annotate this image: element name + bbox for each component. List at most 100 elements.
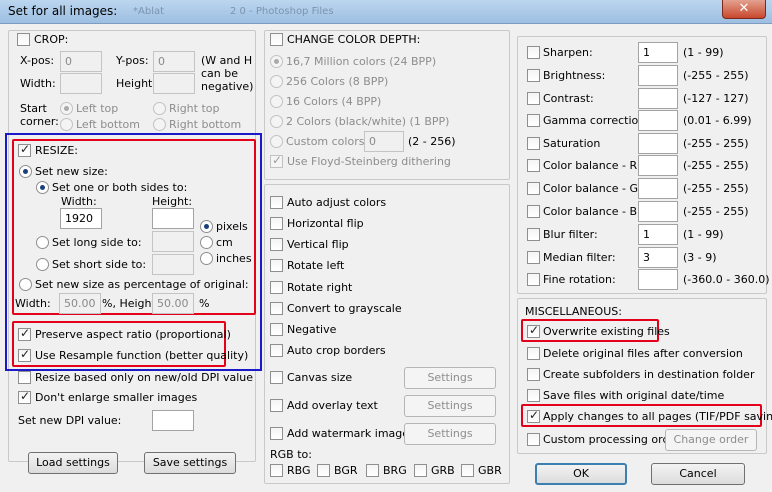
long-side-radio[interactable] (36, 236, 49, 249)
median-checkbox[interactable] (527, 251, 540, 264)
color-balance-g-checkbox[interactable] (527, 182, 540, 195)
color-balance-g-input[interactable] (638, 178, 678, 199)
change-order-button[interactable]: Change order (665, 429, 757, 451)
color-balance-b-checkbox[interactable] (527, 205, 540, 218)
gamma-checkbox[interactable] (527, 114, 540, 127)
bgr-checkbox[interactable] (317, 464, 330, 477)
delete-original-checkbox[interactable] (527, 347, 540, 360)
resize-height-input[interactable] (152, 208, 194, 229)
watermark-checkbox[interactable] (270, 427, 283, 440)
resize-width-input[interactable]: 1920 (60, 208, 102, 229)
subfolders-checkbox[interactable] (527, 368, 540, 381)
crop-height-input[interactable] (153, 73, 195, 94)
pct-width-input[interactable]: 50.00 (59, 293, 101, 314)
canvas-size-checkbox[interactable] (270, 371, 283, 384)
ok-button[interactable]: OK (535, 463, 627, 485)
save-settings-button[interactable]: Save settings (144, 452, 236, 474)
fine-rotation-checkbox[interactable] (527, 273, 540, 286)
grayscale-checkbox[interactable] (270, 302, 283, 315)
hflip-checkbox[interactable] (270, 217, 283, 230)
all-pages-checkbox[interactable] (527, 408, 540, 423)
saturation-input[interactable] (638, 133, 678, 154)
pixels-radio[interactable] (200, 220, 213, 233)
overwrite-checkbox[interactable] (527, 323, 540, 338)
load-settings-button[interactable]: Load settings (28, 452, 118, 474)
gamma-range: (0.01 - 6.99) (683, 114, 752, 127)
percentage-radio[interactable] (19, 278, 32, 291)
brg-checkbox[interactable] (366, 464, 379, 477)
set-new-size-radio[interactable] (19, 165, 32, 178)
left-bottom-radio[interactable] (60, 118, 73, 131)
one-or-both-radio[interactable] (36, 181, 49, 194)
close-button[interactable]: ✕ (722, 0, 766, 19)
cancel-button[interactable]: Cancel (651, 463, 745, 485)
custom-colors-radio[interactable] (270, 135, 283, 148)
dither-checkbox[interactable] (270, 153, 283, 168)
auto-crop-checkbox[interactable] (270, 344, 283, 357)
brightness-range: (-255 - 255) (683, 69, 749, 82)
pct-height-input[interactable]: 50.00 (152, 293, 194, 314)
rotate-right-checkbox[interactable] (270, 281, 283, 294)
dont-enlarge-checkbox[interactable] (18, 389, 31, 404)
brightness-input[interactable] (638, 65, 678, 86)
grb-checkbox[interactable] (414, 464, 427, 477)
inches-radio[interactable] (200, 252, 213, 265)
blur-input[interactable]: 1 (638, 224, 678, 245)
cm-radio[interactable] (200, 236, 213, 249)
overlay-settings-button[interactable]: Settings (404, 395, 496, 417)
dpi-based-checkbox[interactable] (18, 371, 31, 384)
sharpen-checkbox[interactable] (527, 46, 540, 59)
right-top-radio[interactable] (153, 102, 166, 115)
blur-checkbox[interactable] (527, 228, 540, 241)
vflip-checkbox[interactable] (270, 238, 283, 251)
crop-checkbox[interactable] (17, 33, 30, 46)
brightness-checkbox[interactable] (527, 69, 540, 82)
custom-order-checkbox[interactable] (527, 433, 540, 446)
color-balance-b-input[interactable] (638, 201, 678, 222)
one-or-both-label: Set one or both sides to: (52, 181, 188, 194)
saturation-checkbox[interactable] (527, 137, 540, 150)
color-balance-b-label: Color balance - B: (543, 205, 641, 218)
color-4bpp-radio[interactable] (270, 95, 283, 108)
hflip-label: Horizontal flip (287, 217, 364, 230)
custom-colors-input[interactable]: 0 (364, 131, 404, 152)
contrast-checkbox[interactable] (527, 92, 540, 105)
color-24bpp-radio[interactable] (270, 55, 283, 68)
long-side-input[interactable] (152, 231, 194, 252)
gbr-checkbox[interactable] (461, 464, 474, 477)
crop-height-label: Height: (116, 77, 157, 90)
vflip-label: Vertical flip (287, 238, 349, 251)
overlay-text-checkbox[interactable] (270, 399, 283, 412)
color-balance-r-input[interactable] (638, 155, 678, 176)
negative-checkbox[interactable] (270, 323, 283, 336)
rotate-left-checkbox[interactable] (270, 259, 283, 272)
watermark-settings-button[interactable]: Settings (404, 423, 496, 445)
gamma-input[interactable] (638, 110, 678, 131)
left-top-label: Left top (76, 102, 119, 115)
right-bottom-radio[interactable] (153, 118, 166, 131)
resample-checkbox[interactable] (18, 347, 31, 362)
percentage-label: Set new size as percentage of original: (35, 278, 249, 291)
contrast-input[interactable] (638, 88, 678, 109)
color-8bpp-radio[interactable] (270, 75, 283, 88)
color-depth-checkbox[interactable] (270, 33, 283, 46)
rbg-checkbox[interactable] (270, 464, 283, 477)
xpos-input[interactable]: 0 (60, 51, 102, 72)
short-side-radio[interactable] (36, 258, 49, 271)
median-input[interactable]: 3 (638, 247, 678, 268)
fine-rotation-input[interactable] (638, 269, 678, 290)
new-dpi-input[interactable] (152, 410, 194, 431)
sharpen-input[interactable]: 1 (638, 42, 678, 63)
ypos-input[interactable]: 0 (153, 51, 195, 72)
resize-checkbox[interactable] (18, 142, 31, 157)
canvas-settings-button[interactable]: Settings (404, 367, 496, 389)
pct-height-label: %, Height: (102, 297, 160, 310)
preserve-aspect-checkbox[interactable] (18, 326, 31, 341)
crop-width-input[interactable] (60, 73, 102, 94)
color-1bpp-radio[interactable] (270, 115, 283, 128)
short-side-input[interactable] (152, 254, 194, 275)
left-top-radio[interactable] (60, 102, 73, 115)
color-balance-r-checkbox[interactable] (527, 159, 540, 172)
auto-adjust-checkbox[interactable] (270, 196, 283, 209)
save-date-checkbox[interactable] (527, 389, 540, 402)
